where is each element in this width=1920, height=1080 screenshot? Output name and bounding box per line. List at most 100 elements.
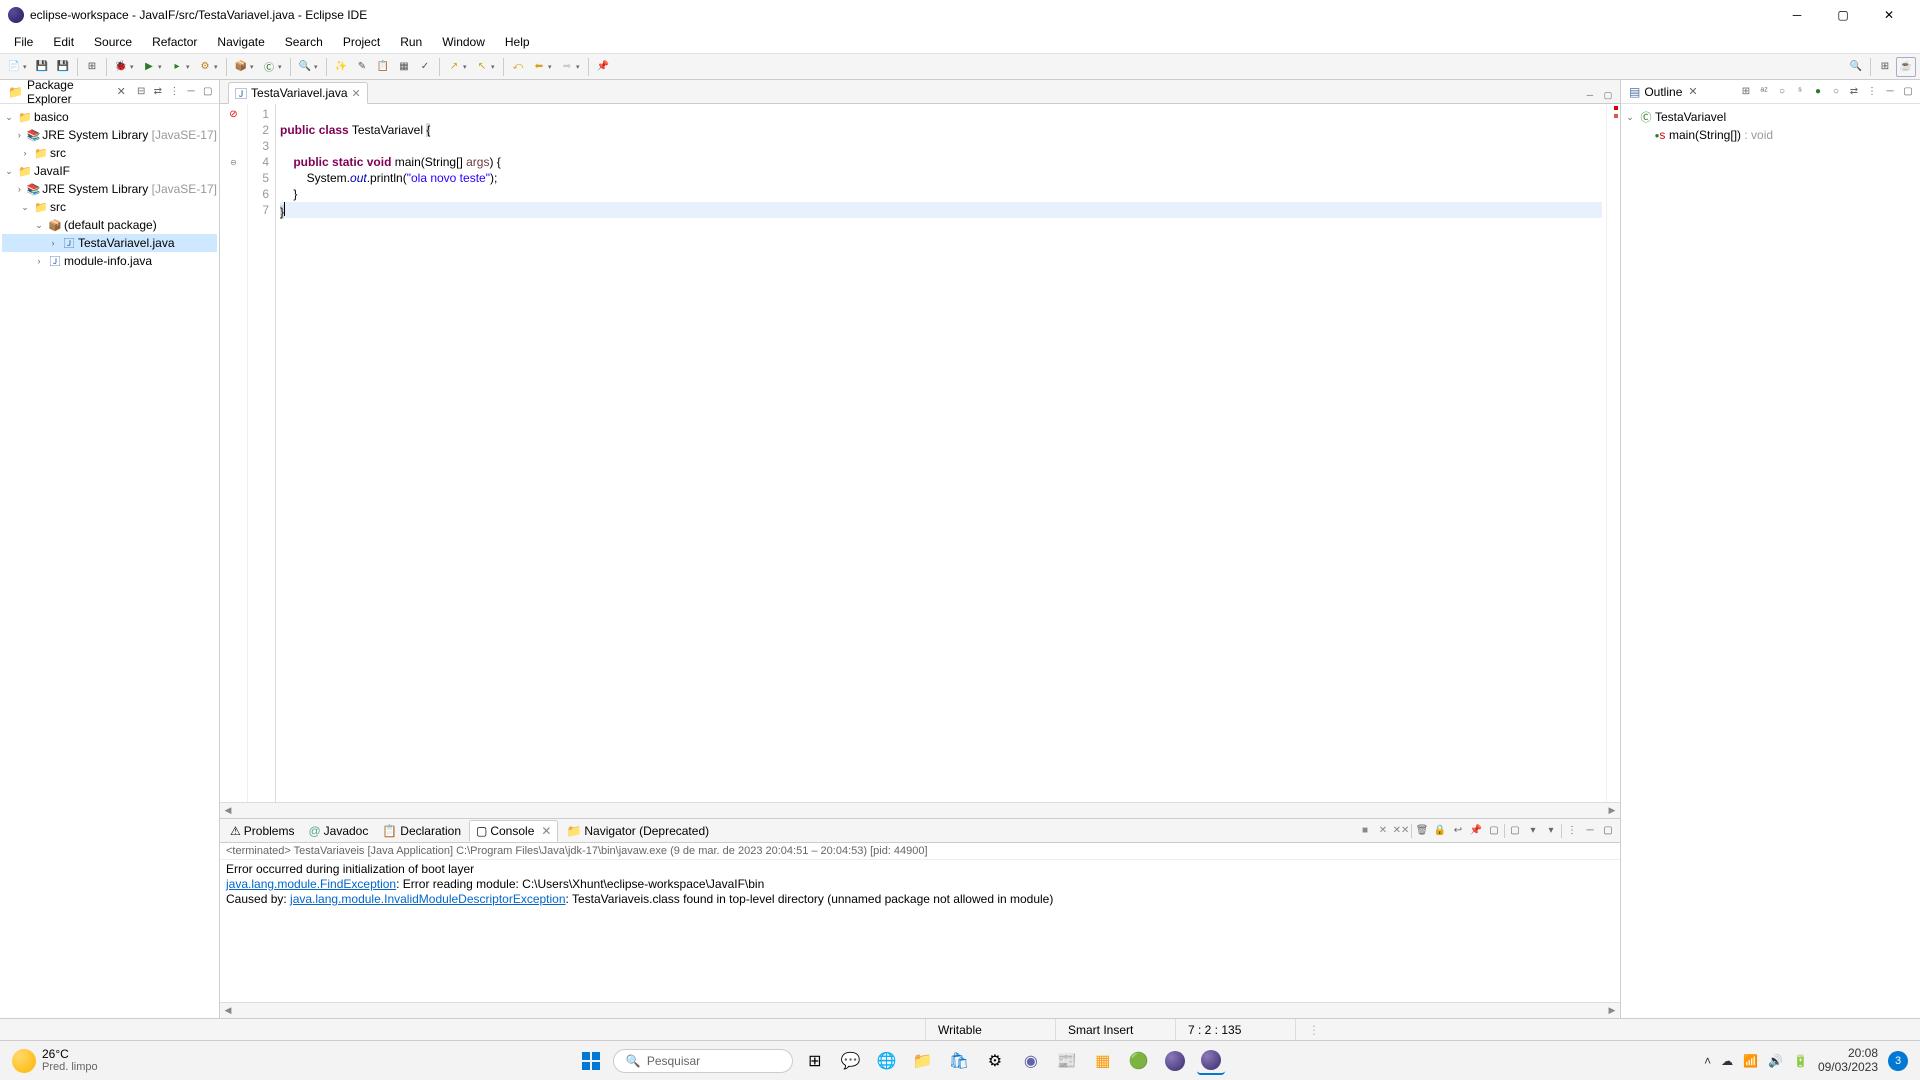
dropdown-icon[interactable]: ▾ — [278, 63, 286, 71]
code-editor[interactable]: ⊘ ⊖ 1234567 public class TestaVariavel {… — [220, 104, 1620, 802]
eclipse-icon[interactable] — [1161, 1047, 1189, 1075]
outline-tab[interactable]: ▤ Outline ✕ — [1625, 83, 1702, 101]
onedrive-icon[interactable]: ☁ — [1721, 1054, 1733, 1068]
toggle-button[interactable]: 📋 — [373, 57, 393, 77]
quick-access-button[interactable]: 🔍 — [1846, 57, 1866, 77]
wand-icon[interactable]: ✨ — [331, 57, 351, 77]
terminate-button[interactable]: ■ — [1357, 823, 1373, 839]
error-overview-marker[interactable] — [1614, 114, 1618, 118]
hide-fields-button[interactable]: ○ — [1774, 84, 1790, 100]
menu-source[interactable]: Source — [84, 31, 142, 53]
new-package-button[interactable]: 📦 — [231, 57, 251, 77]
dropdown-icon[interactable]: ▾ — [23, 63, 31, 71]
annotation-button[interactable]: ✎ — [352, 57, 372, 77]
close-icon[interactable]: ✕ — [1688, 85, 1697, 98]
tree-project-basico[interactable]: ⌄📁basico — [2, 108, 217, 126]
external-tools-button[interactable]: ⚙ — [195, 57, 215, 77]
minimize-editor-button[interactable]: ─ — [1582, 87, 1598, 103]
exception-link[interactable]: java.lang.module.InvalidModuleDescriptor… — [290, 892, 565, 906]
word-wrap-button[interactable]: ↩ — [1450, 823, 1466, 839]
collapse-marker-icon[interactable]: ⊖ — [220, 154, 247, 170]
teams-icon[interactable]: 💬 — [837, 1047, 865, 1075]
chevron-up-icon[interactable]: ˄ — [1704, 1054, 1711, 1068]
dropdown-icon[interactable]: ▾ — [314, 63, 322, 71]
hide-local-button[interactable]: ○ — [1828, 84, 1844, 100]
hide-static-button[interactable]: ˢ — [1792, 84, 1808, 100]
store-icon[interactable]: 🛍 — [945, 1047, 973, 1075]
dropdown-icon[interactable]: ▾ — [576, 63, 584, 71]
pin-console-button[interactable]: 📌 — [1468, 823, 1484, 839]
scroll-right-icon[interactable]: ▶ — [1604, 1005, 1620, 1016]
package-tree[interactable]: ⌄📁basico ›📚JRE System Library [JavaSE-17… — [0, 104, 219, 1018]
console-select-button[interactable]: ▾ — [1543, 823, 1559, 839]
dropdown-icon[interactable]: ▾ — [158, 63, 166, 71]
remove-launch-button[interactable]: ✕ — [1375, 823, 1391, 839]
close-icon[interactable]: ✕ — [117, 85, 126, 98]
maximize-editor-button[interactable]: ▢ — [1600, 87, 1616, 103]
view-menu-button[interactable]: ⋮ — [167, 84, 182, 100]
link-editor-button[interactable]: ⇄ — [150, 84, 165, 100]
menu-run[interactable]: Run — [390, 31, 432, 53]
tree-jre-library[interactable]: ›📚JRE System Library [JavaSE-17] — [2, 126, 217, 144]
maximize-view-button[interactable]: ▢ — [1900, 84, 1916, 100]
dropdown-icon[interactable]: ▾ — [186, 63, 194, 71]
tab-console[interactable]: ▢Console✕ — [469, 820, 558, 842]
new-console-button[interactable]: ▾ — [1525, 823, 1541, 839]
close-button[interactable]: ✕ — [1866, 0, 1912, 30]
outline-tree[interactable]: ⌄ⒸTestaVariavel ●smain(String[]) : void — [1621, 104, 1920, 1018]
save-button[interactable]: 💾 — [32, 57, 52, 77]
last-edit-button[interactable]: ⤺ — [508, 57, 528, 77]
dropdown-icon[interactable]: ▾ — [214, 63, 222, 71]
tree-src-folder[interactable]: ›📁src — [2, 144, 217, 162]
open-type-button[interactable]: ⊞ — [82, 57, 102, 77]
tree-file-moduleinfo[interactable]: ›🄹module-info.java — [2, 252, 217, 270]
block-button[interactable]: ▦ — [394, 57, 414, 77]
exception-link[interactable]: java.lang.module.FindException — [226, 877, 396, 891]
console-output[interactable]: Error occurred during initialization of … — [220, 860, 1620, 1002]
search-button[interactable]: 🔍 — [295, 57, 315, 77]
next-annotation-button[interactable]: ↗ — [444, 57, 464, 77]
minimize-view-button[interactable]: ─ — [1882, 84, 1898, 100]
taskbar-clock[interactable]: 20:08 09/03/2023 — [1818, 1047, 1878, 1073]
menu-help[interactable]: Help — [495, 31, 540, 53]
taskbar-search[interactable]: 🔍Pesquisar — [613, 1049, 793, 1073]
dropdown-icon[interactable]: ▾ — [491, 63, 499, 71]
mark-button[interactable]: ✓ — [415, 57, 435, 77]
tab-javadoc[interactable]: @Javadoc — [302, 821, 374, 841]
start-button[interactable] — [577, 1047, 605, 1075]
close-icon[interactable]: ✕ — [541, 824, 551, 838]
wifi-icon[interactable]: 📶 — [1743, 1054, 1758, 1068]
battery-icon[interactable]: 🔋 — [1793, 1054, 1808, 1068]
maximize-view-button[interactable]: ▢ — [1600, 823, 1616, 839]
maximize-button[interactable]: ▢ — [1820, 0, 1866, 30]
tree-src-folder[interactable]: ⌄📁src — [2, 198, 217, 216]
sort-button[interactable]: ᵃᶻ — [1756, 84, 1772, 100]
open-perspective-button[interactable]: ⊞ — [1875, 57, 1895, 77]
outline-class[interactable]: ⌄ⒸTestaVariavel — [1623, 108, 1918, 126]
pin-button[interactable]: 📌 — [593, 57, 613, 77]
settings-icon[interactable]: ⚙ — [981, 1047, 1009, 1075]
scroll-left-icon[interactable]: ◀ — [220, 1005, 236, 1016]
display-console-button[interactable]: ▢ — [1486, 823, 1502, 839]
minimize-view-button[interactable]: ─ — [1582, 823, 1598, 839]
save-all-button[interactable]: 💾 — [53, 57, 73, 77]
link-button[interactable]: ⇄ — [1846, 84, 1862, 100]
edge-icon[interactable]: 🌐 — [873, 1047, 901, 1075]
scroll-left-icon[interactable]: ◀ — [220, 805, 236, 816]
back-button[interactable]: ⬅ — [529, 57, 549, 77]
menu-refactor[interactable]: Refactor — [142, 31, 207, 53]
menu-edit[interactable]: Edit — [43, 31, 84, 53]
debug-button[interactable]: 🐞 — [111, 57, 131, 77]
dropdown-icon[interactable]: ▾ — [130, 63, 138, 71]
tab-navigator[interactable]: 📁Navigator (Deprecated) — [560, 821, 715, 841]
dropdown-icon[interactable]: ▾ — [463, 63, 471, 71]
eclipse-icon-active[interactable] — [1197, 1047, 1225, 1075]
tree-project-javaif[interactable]: ⌄📁JavaIF — [2, 162, 217, 180]
package-explorer-tab[interactable]: 📁 Package Explorer ✕ — [4, 76, 130, 108]
menu-file[interactable]: File — [4, 31, 43, 53]
collapse-all-button[interactable]: ⊟ — [134, 84, 149, 100]
notification-badge[interactable]: 3 — [1888, 1051, 1908, 1071]
prev-annotation-button[interactable]: ↖ — [472, 57, 492, 77]
minimize-button[interactable]: ─ — [1774, 0, 1820, 30]
scroll-lock-button[interactable]: 🔒 — [1432, 823, 1448, 839]
